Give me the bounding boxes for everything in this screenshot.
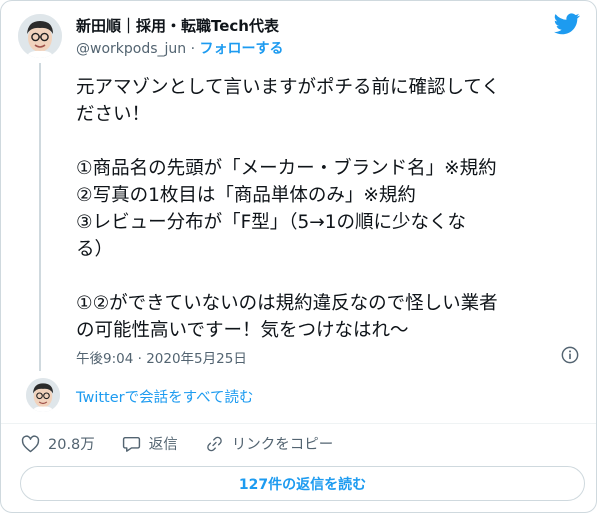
handle-separator: · (190, 41, 196, 57)
tweet-line: ③レビュー分布が「F型」（5→1の順に少なくな (76, 212, 467, 233)
twitter-bird-icon[interactable] (554, 13, 580, 35)
tweet-line: る） (76, 239, 114, 260)
reply-action[interactable]: 返信 (122, 433, 178, 454)
tweet-line: ②写真の1枚目は「商品単体のみ」※規約 (76, 185, 416, 206)
tweet-body: 元アマゾンとして言いますがポチる前に確認してく ださい！ ①商品名の先頭が「メー… (76, 74, 586, 344)
like-action[interactable]: 20.8万 (21, 433, 95, 454)
tweet-timestamp[interactable]: 午後9:04 · 2020年5月25日 (76, 347, 247, 367)
read-replies-button[interactable]: 127件の返信を読む (20, 466, 585, 501)
like-count: 20.8万 (48, 437, 95, 453)
tweet-actions: 20.8万 返信 リンクをコピー (21, 433, 360, 454)
thread-connector-line (39, 63, 41, 371)
tweet-line: の可能性高いですー！気をつけなはれ〜 (76, 320, 409, 341)
tweet-line: ださい！ (76, 104, 151, 125)
actions-divider (1, 423, 596, 424)
embedded-tweet-card: 新田順｜採用・転職Tech代表 @workpods_jun · フォローする 元… (0, 0, 597, 513)
link-icon (207, 436, 222, 451)
author-name[interactable]: 新田順｜採用・転職Tech代表 (76, 15, 279, 36)
copy-link-label: リンクをコピー (231, 437, 334, 453)
author-avatar[interactable] (18, 14, 62, 58)
tweet-line: ①②ができていないのは規約違反なので怪しい業者 (76, 293, 498, 314)
copy-link-action[interactable]: リンクをコピー (205, 433, 334, 454)
heart-icon (21, 434, 40, 452)
author-handle-row: @workpods_jun · フォローする (76, 38, 284, 58)
reply-bubble-icon (122, 436, 140, 452)
read-conversation-link[interactable]: Twitterで会話をすべて読む (76, 386, 254, 407)
reply-label: 返信 (148, 437, 178, 453)
info-icon[interactable] (561, 346, 579, 364)
follow-button[interactable]: フォローする (200, 41, 284, 57)
author-handle[interactable]: @workpods_jun (76, 41, 186, 57)
tweet-line: ①商品名の先頭が「メーカー・ブランド名」※規約 (76, 158, 497, 179)
tweet-line: 元アマゾンとして言いますがポチる前に確認してく (76, 77, 500, 98)
conversation-avatar[interactable] (26, 378, 60, 412)
